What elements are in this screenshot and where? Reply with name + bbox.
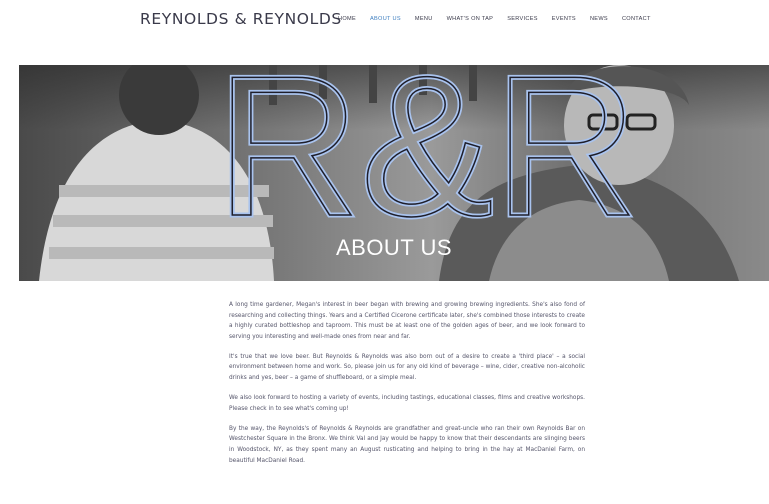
paragraph: By the way, the Reynolds's of Reynolds &… — [229, 425, 585, 464]
paragraph: We also look forward to hosting a variet… — [229, 395, 585, 412]
nav-home[interactable]: HOME — [338, 16, 356, 22]
paragraph: It's true that we love beer. But Reynold… — [229, 353, 585, 382]
nav-contact[interactable]: CONTACT — [622, 16, 651, 22]
nav-events[interactable]: EVENTS — [552, 16, 576, 22]
nav-services[interactable]: SERVICES — [507, 16, 538, 22]
paragraph: A long time gardener, Megan's interest i… — [229, 302, 585, 340]
hero-banner: R&R R&R ABOUT US — [19, 65, 769, 281]
about-content: A long time gardener, Megan's interest i… — [229, 300, 585, 476]
monogram-text-inner: R&R — [216, 65, 638, 258]
nav-about-us[interactable]: ABOUT US — [370, 16, 401, 22]
main-nav: HOME ABOUT US MENU WHAT'S ON TAP SERVICE… — [338, 16, 665, 22]
page-title: ABOUT US — [335, 235, 453, 260]
nav-menu[interactable]: MENU — [415, 16, 433, 22]
site-logo[interactable]: REYNOLDS & REYNOLDS — [140, 10, 342, 28]
nav-news[interactable]: NEWS — [590, 16, 608, 22]
site-header: REYNOLDS & REYNOLDS HOME ABOUT US MENU W… — [0, 0, 769, 40]
nav-whats-on-tap[interactable]: WHAT'S ON TAP — [447, 16, 494, 22]
